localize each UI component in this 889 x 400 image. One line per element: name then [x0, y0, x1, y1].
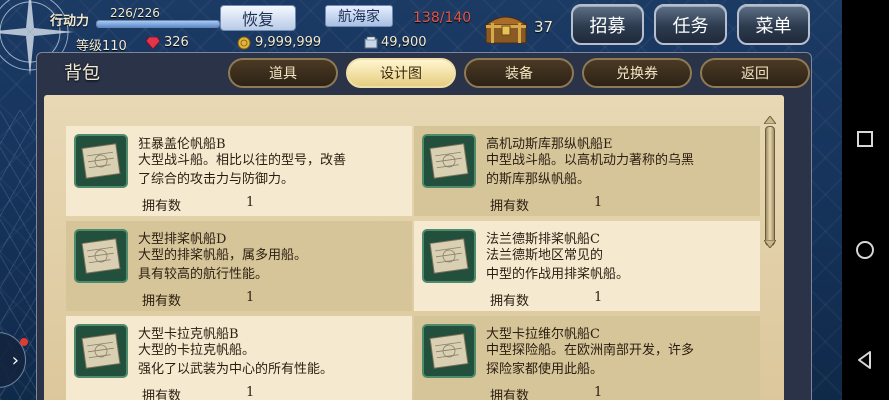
blueprint-scroll-icon: [422, 229, 476, 283]
gold-coin-icon: [237, 36, 251, 50]
owned-count: 1: [246, 290, 255, 305]
list-item[interactable]: 大型卡拉维尔帆船C 中型探险船。在欧洲南部开发，许多 探险家都使用此船。 拥有数…: [414, 316, 760, 400]
list-item[interactable]: 大型排桨帆船D 大型的排桨帆船，属多用船。 具有较高的航行性能。 拥有数 1: [66, 221, 412, 311]
menu-button[interactable]: 菜单: [737, 4, 810, 45]
owned-count: 1: [246, 195, 255, 210]
gem-count: 326: [164, 35, 189, 50]
item-name: 法兰德斯排桨帆船C: [486, 232, 600, 247]
tab-blueprints[interactable]: 设计图: [346, 58, 456, 88]
chevron-right-icon: ›: [11, 349, 19, 371]
tab-vouchers[interactable]: 兑换券: [582, 58, 692, 88]
item-description: 大型的卡拉克帆船。 强化了以武装为中心的所有性能。: [138, 343, 334, 377]
scrollbar-thumb[interactable]: [765, 126, 775, 246]
item-name: 大型卡拉维尔帆船C: [486, 327, 600, 342]
owned-label: 拥有数: [142, 294, 182, 309]
item-description: 中型探险船。在欧洲南部开发，许多 探险家都使用此船。: [486, 343, 695, 377]
scroll-up-icon[interactable]: [764, 116, 776, 124]
owned-count: 1: [594, 385, 603, 400]
silver-bar-icon: [364, 36, 378, 49]
tab-equipment[interactable]: 装备: [464, 58, 574, 88]
stamina-bar-fill: [97, 21, 219, 27]
item-name: 高机动斯库那纵帆船E: [486, 137, 613, 152]
scroll-down-icon[interactable]: [764, 240, 776, 248]
treasure-chest-icon[interactable]: [483, 9, 529, 45]
chest-count: 37: [534, 18, 554, 36]
back-button[interactable]: 返回: [700, 58, 810, 88]
owned-label: 拥有数: [490, 389, 530, 400]
blueprint-scroll-icon: [74, 229, 128, 283]
list-item[interactable]: 法兰德斯排桨帆船C 法兰德斯地区常见的 中型的作战用排桨帆船。 拥有数 1: [414, 221, 760, 311]
gold-count: 9,999,999: [255, 35, 322, 50]
item-description: 大型战斗船。相比以往的型号，改善 了综合的攻击力与防御力。: [138, 153, 347, 187]
back-icon[interactable]: [851, 346, 879, 374]
stamina-value: 226/226: [110, 6, 160, 20]
item-description: 大型的排桨帆船，属多用船。 具有较高的航行性能。: [138, 248, 308, 282]
owned-count: 1: [594, 290, 603, 305]
restore-button[interactable]: 恢复: [220, 5, 296, 31]
blueprint-scroll-icon: [74, 324, 128, 378]
blueprint-scroll-icon: [74, 134, 128, 188]
silver-bar-count: 49,900: [381, 35, 427, 50]
list-item[interactable]: 狂暴盖伦帆船B 大型战斗船。相比以往的型号，改善 了综合的攻击力与防御力。 拥有…: [66, 126, 412, 216]
item-name: 大型卡拉克帆船B: [138, 327, 239, 342]
item-description: 法兰德斯地区常见的 中型的作战用排桨帆船。: [486, 248, 630, 282]
item-name: 狂暴盖伦帆船B: [138, 137, 226, 152]
tab-items[interactable]: 道具: [228, 58, 338, 88]
list-item[interactable]: 大型卡拉克帆船B 大型的卡拉克帆船。 强化了以武装为中心的所有性能。 拥有数 1: [66, 316, 412, 400]
gem-icon: [146, 37, 160, 49]
stamina-bar: [96, 20, 220, 28]
panel-title: 背包: [64, 63, 100, 84]
blueprint-scroll-icon: [422, 134, 476, 188]
game-screen: 行动力 226/226 恢复 航海家 138/140 37 招募 任务 菜单 等…: [0, 0, 842, 400]
cargo-capacity: 138/140: [413, 10, 472, 26]
owned-label: 拥有数: [490, 199, 530, 214]
recruit-button[interactable]: 招募: [571, 4, 644, 45]
notification-dot: [20, 338, 28, 346]
owned-label: 拥有数: [142, 389, 182, 400]
owned-label: 拥有数: [142, 199, 182, 214]
item-name: 大型排桨帆船D: [138, 232, 227, 247]
owned-count: 1: [594, 195, 603, 210]
recent-apps-icon[interactable]: [851, 125, 879, 153]
blueprint-scroll-icon: [422, 324, 476, 378]
home-icon[interactable]: [851, 236, 879, 264]
stamina-label: 行动力: [50, 14, 90, 29]
owned-count: 1: [246, 385, 255, 400]
list-item[interactable]: 高机动斯库那纵帆船E 中型战斗船。以高机动力著称的乌黑 的斯库那纵帆船。 拥有数…: [414, 126, 760, 216]
job-badge[interactable]: 航海家: [325, 5, 393, 27]
item-description: 中型战斗船。以高机动力著称的乌黑 的斯库那纵帆船。: [486, 153, 695, 187]
system-navigation-bar: [842, 0, 889, 400]
quest-button[interactable]: 任务: [654, 4, 727, 45]
owned-label: 拥有数: [490, 294, 530, 309]
